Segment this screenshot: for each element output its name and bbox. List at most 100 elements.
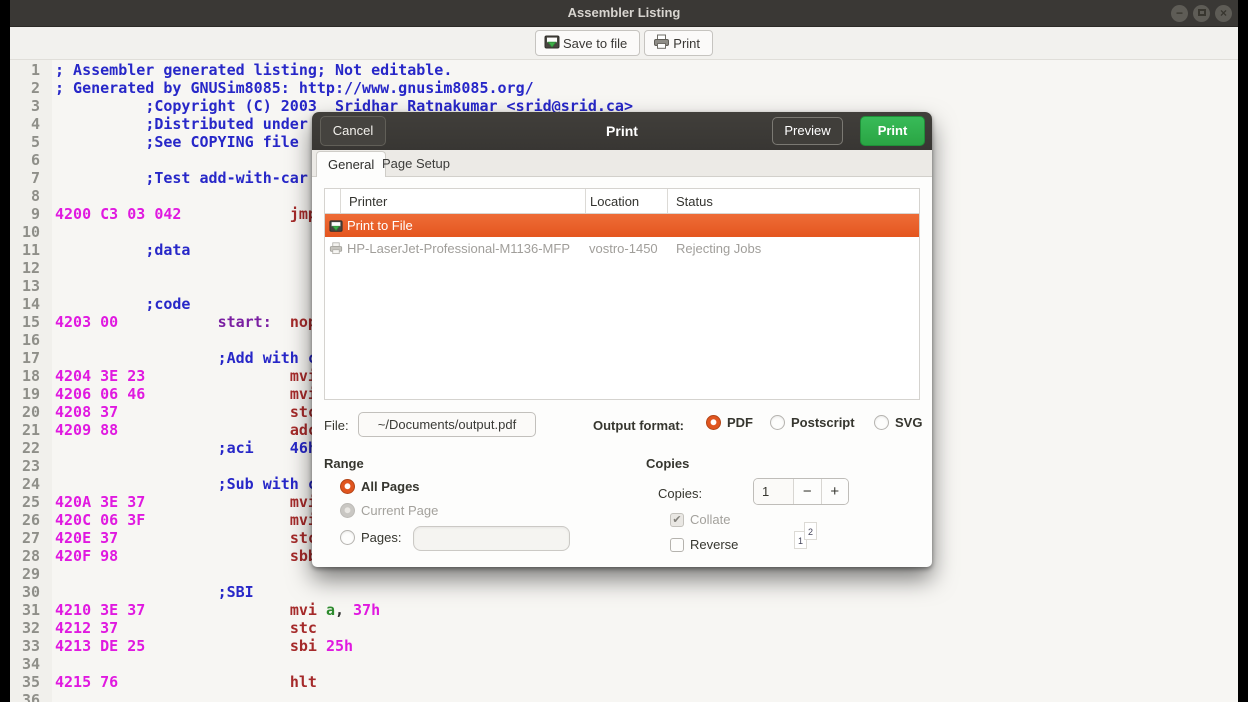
code-text: 4213 DE 25 sbi 25h — [55, 637, 353, 655]
code-text: ;code — [55, 295, 190, 313]
printer-table: Printer Location Status Print to File HP… — [324, 188, 920, 400]
line-number: 32 — [14, 619, 40, 637]
copies-input[interactable] — [754, 479, 793, 504]
print-confirm-button[interactable]: Print — [860, 116, 925, 146]
radio-selected-icon — [706, 415, 721, 430]
range-option-all-pages[interactable]: All Pages — [340, 479, 420, 494]
code-text: ;aci 46h — [55, 439, 317, 457]
line-number: 5 — [14, 133, 40, 151]
printer-row-hp-laserjet[interactable]: HP-LaserJet-Professional-M1136-MFP vostr… — [325, 237, 919, 260]
format-postscript-label: Postscript — [791, 415, 855, 430]
format-option-pdf[interactable]: PDF — [706, 415, 753, 430]
print-label: Print — [673, 36, 700, 51]
printer-icon-column-header[interactable] — [325, 189, 341, 213]
printer-name: Print to File — [347, 218, 589, 233]
save-to-file-icon — [544, 34, 560, 53]
collate-label: Collate — [690, 512, 730, 527]
code-line: 314210 3E 37 mvi a, 37h — [14, 601, 633, 619]
all-pages-label: All Pages — [361, 479, 420, 494]
cancel-button[interactable]: Cancel — [320, 116, 386, 146]
line-number: 24 — [14, 475, 40, 493]
window-title: Assembler Listing — [10, 0, 1238, 26]
pages-input[interactable] — [413, 526, 570, 551]
line-number: 27 — [14, 529, 40, 547]
print-button[interactable]: Print — [644, 30, 713, 56]
line-number: 17 — [14, 349, 40, 367]
location-column-header[interactable]: Location — [586, 189, 668, 213]
line-number: 36 — [14, 691, 40, 702]
line-number: 11 — [14, 241, 40, 259]
code-text: ;Test add-with-car — [55, 169, 308, 187]
checkbox-unchecked-icon — [670, 538, 684, 552]
line-number: 4 — [14, 115, 40, 133]
code-line: 2; Generated by GNUSim8085: http://www.g… — [14, 79, 633, 97]
line-number: 16 — [14, 331, 40, 349]
tab-page-setup[interactable]: Page Setup — [373, 151, 459, 177]
radio-unselected-icon — [770, 415, 785, 430]
maximize-glyph — [1198, 9, 1206, 16]
collate-pages-icon: 1 2 — [794, 522, 822, 552]
line-number: 34 — [14, 655, 40, 673]
minimize-icon[interactable]: − — [1171, 5, 1188, 22]
code-text: 4212 37 stc — [55, 619, 317, 637]
printer-status: Rejecting Jobs — [676, 241, 919, 256]
copies-heading: Copies — [646, 456, 689, 471]
printer-row-print-to-file[interactable]: Print to File — [325, 214, 919, 237]
status-column-header[interactable]: Status — [668, 189, 919, 213]
code-line: 29 — [14, 565, 633, 583]
reverse-checkbox-item[interactable]: Reverse — [670, 537, 738, 552]
print-dialog-header: Cancel Print Preview Print — [312, 112, 932, 150]
format-option-svg[interactable]: SVG — [874, 415, 922, 430]
copies-decrement-button[interactable]: − — [793, 479, 821, 504]
code-text: 4209 88 adc — [55, 421, 317, 439]
printer-name: HP-LaserJet-Professional-M1136-MFP — [347, 241, 589, 256]
range-option-pages[interactable]: Pages: — [340, 530, 401, 545]
code-text: ;data — [55, 241, 190, 259]
printer-column-header[interactable]: Printer — [341, 189, 586, 213]
copies-label: Copies: — [658, 486, 702, 501]
collate-checkbox-item: ✔ Collate — [670, 512, 730, 527]
line-number: 9 — [14, 205, 40, 223]
line-number: 19 — [14, 385, 40, 403]
file-label: File: — [324, 418, 349, 433]
line-number: 31 — [14, 601, 40, 619]
line-number: 29 — [14, 565, 40, 583]
copies-increment-button[interactable]: + — [821, 479, 849, 504]
close-icon[interactable]: × — [1215, 5, 1232, 22]
range-heading: Range — [324, 456, 364, 471]
checkbox-checked-icon: ✔ — [670, 513, 684, 527]
line-number: 26 — [14, 511, 40, 529]
code-text: ;See COPYING file — [55, 133, 299, 151]
line-number: 25 — [14, 493, 40, 511]
printer-table-header: Printer Location Status — [325, 189, 919, 214]
save-to-file-button[interactable]: Save to file — [535, 30, 640, 56]
save-to-file-label: Save to file — [563, 36, 627, 51]
code-line: 32 4212 37 stc — [14, 619, 633, 637]
format-svg-label: SVG — [895, 415, 922, 430]
code-line: 30 ;SBI — [14, 583, 633, 601]
reverse-label: Reverse — [690, 537, 738, 552]
code-line: 36 — [14, 691, 633, 702]
code-text: ;Add with c — [55, 349, 317, 367]
line-number: 2 — [14, 79, 40, 97]
preview-button[interactable]: Preview — [772, 117, 843, 145]
code-text: ; Assembler generated listing; Not edita… — [55, 61, 452, 79]
window-controls: − × — [1171, 5, 1232, 22]
format-option-postscript[interactable]: Postscript — [770, 415, 855, 430]
radio-unselected-icon — [874, 415, 889, 430]
line-number: 18 — [14, 367, 40, 385]
radio-selected-icon — [340, 479, 355, 494]
line-number: 33 — [14, 637, 40, 655]
line-number: 15 — [14, 313, 40, 331]
line-number: 20 — [14, 403, 40, 421]
code-text: 4206 06 46 mvi — [55, 385, 317, 403]
collate-page-2: 2 — [804, 522, 817, 540]
line-number: 3 — [14, 97, 40, 115]
maximize-icon[interactable] — [1193, 5, 1210, 22]
line-number: 13 — [14, 277, 40, 295]
printer-row-icon — [329, 242, 347, 255]
code-text: 4204 3E 23 mvi — [55, 367, 317, 385]
printer-location: vostro-1450 — [589, 241, 676, 256]
code-text: ;Distributed under — [55, 115, 308, 133]
output-file-button[interactable]: ~/Documents/output.pdf — [358, 412, 536, 437]
